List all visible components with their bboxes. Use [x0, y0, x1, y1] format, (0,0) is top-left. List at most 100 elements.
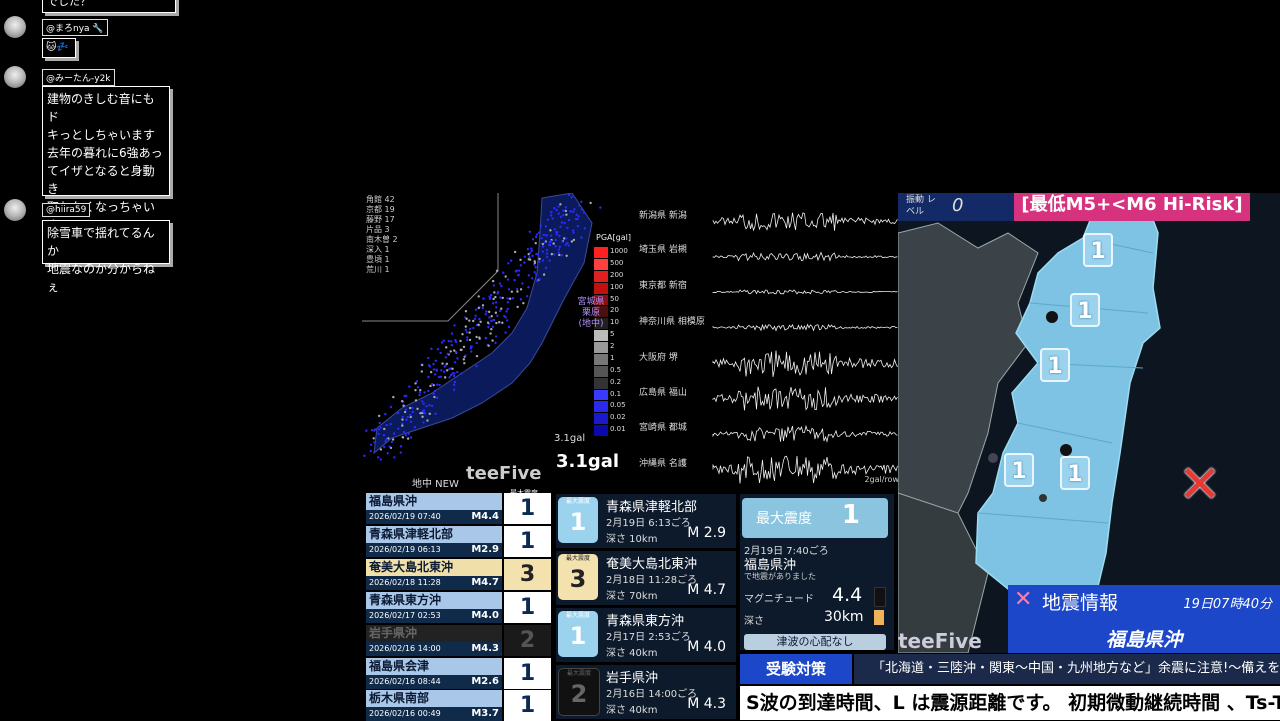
- station-dot: [392, 432, 396, 435]
- list-item[interactable]: 青森県東方沖 2026/02/17 02:53 M4.0 1: [366, 592, 553, 623]
- station-dot: [523, 255, 527, 258]
- magnitude-value: 4.4: [832, 584, 863, 606]
- list-item[interactable]: 福島県沖 2026/02/19 07:40 M4.4 1: [366, 493, 553, 524]
- station-dot: [560, 254, 563, 257]
- station-label: 宮崎県 都城: [639, 423, 687, 433]
- scale-value: 0.2: [610, 377, 622, 386]
- station-dot: [494, 295, 497, 299]
- intensity-badge: 最大震度 1: [558, 611, 598, 657]
- list-item[interactable]: 岩手県沖 2026/02/16 14:00 M4.3 2: [366, 625, 553, 656]
- waveform-trace: [712, 424, 898, 443]
- station-dot: [447, 339, 450, 343]
- card-date: 2月17日 2:53ごろ: [606, 632, 691, 643]
- scale-swatch: [594, 377, 608, 389]
- depth-label: 深さ: [744, 616, 764, 627]
- list-item[interactable]: 福島県会津 2026/02/16 08:44 M2.6 1: [366, 658, 553, 689]
- station-dot: [488, 316, 491, 319]
- station-dot: [492, 297, 495, 301]
- station-dot: [511, 297, 515, 300]
- station-dot: [474, 308, 478, 311]
- station-dot: [553, 206, 556, 210]
- station-dot: [543, 241, 547, 244]
- station-dot: [442, 370, 446, 373]
- station-dot: [519, 258, 522, 262]
- card-magnitude: M 4.0: [687, 639, 726, 655]
- quake-card[interactable]: 最大震度 1 青森県津軽北部 2月19日 6:13ごろ 深さ 10km M 2.9: [556, 494, 736, 548]
- latest-quake-detail: 最大震度 1 2月19日 7:40ごろ 福島県沖 で地震がありました マグニチュ…: [740, 494, 894, 650]
- station-dot: [501, 296, 504, 300]
- station-dot: [456, 370, 459, 374]
- station-dot: [433, 373, 437, 376]
- station-dot: [500, 307, 503, 310]
- scale-swatch: [594, 401, 608, 413]
- station-dot: [372, 437, 375, 440]
- station-dot: [414, 399, 418, 402]
- station-dot: [473, 317, 477, 321]
- station-dot: [427, 375, 430, 379]
- scale-value: 50: [610, 294, 619, 303]
- station-dot: [492, 302, 495, 305]
- station-dot: [484, 336, 487, 340]
- station-count: 荒川 1: [366, 265, 390, 274]
- station-dot: [489, 296, 492, 299]
- card-depth: 深さ 40km: [606, 648, 658, 659]
- station-dot: [570, 195, 573, 199]
- station-dot: [431, 382, 434, 386]
- station-dot: [432, 368, 436, 371]
- station-dot: [436, 347, 440, 351]
- station-dot: [575, 213, 578, 216]
- station-dot: [516, 290, 519, 293]
- station-dot: [435, 396, 439, 400]
- station-dot: [426, 419, 429, 422]
- station-dot: [554, 245, 557, 248]
- station-dot: [505, 319, 509, 322]
- info-place: 福島県沖: [1105, 629, 1182, 651]
- quake-region: 岩手県沖: [366, 625, 502, 642]
- list-item[interactable]: 栃木県南部 2026/02/16 00:49 M3.7 1: [366, 690, 553, 721]
- station-dot: [527, 286, 530, 289]
- station-dot: [451, 367, 454, 370]
- station-dot: [544, 234, 548, 237]
- chat-line: 地震なのか分からねぇ: [47, 262, 156, 294]
- list-item[interactable]: 青森県津軽北部 2026/02/19 06:13 M2.9 1: [366, 526, 553, 557]
- scale-value: 0.1: [610, 389, 622, 398]
- station-dot: [519, 264, 523, 267]
- station-dot: [553, 253, 556, 256]
- scale-swatch: [594, 247, 608, 258]
- station-dot: [369, 449, 373, 453]
- chat-line: 去年の暮れに6強あっ: [47, 146, 163, 160]
- station-dot: [550, 252, 554, 256]
- station-dot: [373, 441, 376, 444]
- avatar: [4, 16, 26, 38]
- quake-intensity: 2: [504, 625, 551, 656]
- station-dot: [489, 332, 492, 335]
- station-dot: [402, 430, 406, 434]
- earthquake-info-panel: ✕ 地震情報 19日07時40分 福島県沖: [1008, 585, 1280, 653]
- quake-card[interactable]: 最大震度 1 青森県東方沖 2月17日 2:53ごろ 深さ 40km M 4.0: [556, 608, 736, 662]
- chat-message: 🐱💤: [42, 38, 76, 58]
- scale-value: 10: [610, 318, 619, 327]
- station-dot: [541, 242, 545, 246]
- station-dot: [427, 364, 431, 367]
- station-dot: [534, 235, 538, 239]
- station-dot: [557, 205, 560, 208]
- station-dot: [379, 458, 382, 461]
- station-dot: [540, 236, 543, 240]
- station-dot: [521, 282, 524, 285]
- waveform-graphic: [712, 212, 898, 484]
- station-dot: [487, 310, 491, 314]
- station-dot: [545, 252, 549, 255]
- station-dot: [401, 436, 405, 439]
- quake-card[interactable]: 最大震度 3 奄美大島北東沖 2月18日 11:28ごろ 深さ 70km M 4.…: [556, 551, 736, 605]
- station-dot: [415, 380, 419, 383]
- list-item[interactable]: 奄美大島北東沖 2026/02/18 11:28 M4.7 3: [366, 559, 553, 590]
- station-dot: [379, 426, 382, 429]
- station-dot: [432, 392, 435, 396]
- chat-username: @まろnya 🔧: [42, 19, 108, 36]
- station-dot: [449, 374, 453, 377]
- quake-card[interactable]: 最大震度 2 岩手県沖 2月16日 14:00ごろ 深さ 40km M 4.3: [556, 665, 736, 719]
- station-dot: [448, 367, 451, 371]
- station-dot: [519, 288, 523, 291]
- chat-username: @hiira59: [42, 203, 91, 217]
- station-count: 藤野 17: [366, 215, 395, 224]
